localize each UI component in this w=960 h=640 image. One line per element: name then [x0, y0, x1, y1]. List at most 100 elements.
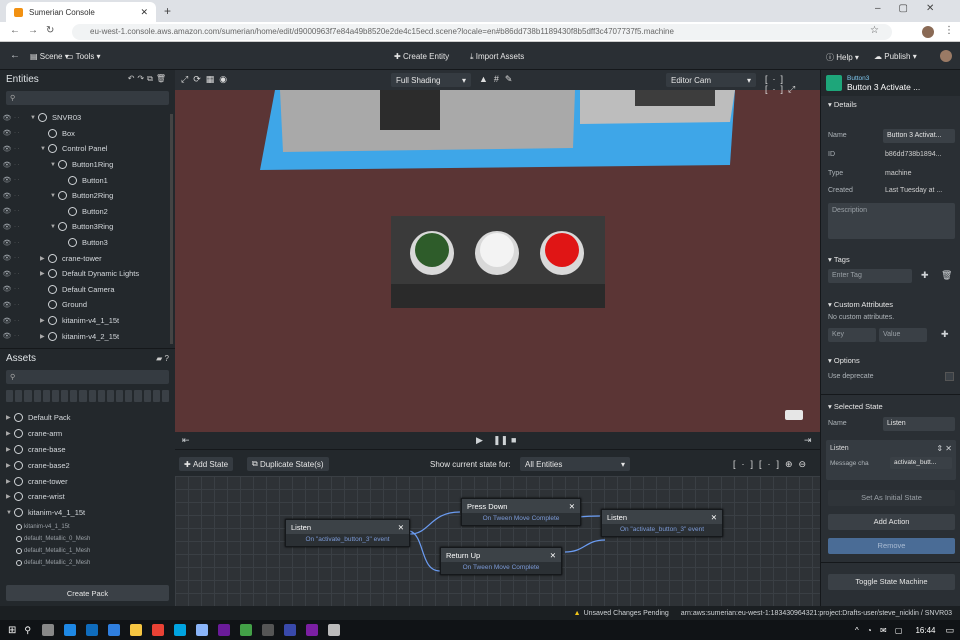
- close-icon[interactable]: ✕: [550, 551, 556, 560]
- remove-button[interactable]: Remove: [828, 538, 955, 554]
- custom-attributes-section[interactable]: ▾ Custom Attributes: [821, 296, 900, 312]
- viewport-tool-icons[interactable]: ⤢⟳▦◉: [181, 74, 232, 85]
- visibility-icon[interactable]: 👁: [0, 207, 14, 215]
- lock-dots[interactable]: · ·: [14, 240, 30, 246]
- tools-menu[interactable]: ▭ Tools ▾: [66, 52, 101, 61]
- new-tab-icon[interactable]: +: [164, 4, 171, 18]
- expand-toggle-icon[interactable]: ▶: [40, 255, 48, 262]
- visibility-icon[interactable]: 👁: [0, 301, 14, 309]
- visibility-icon[interactable]: 👁: [0, 192, 14, 200]
- close-icon[interactable]: ✕: [398, 523, 404, 532]
- collapse-left-icon[interactable]: ⇤: [182, 435, 190, 446]
- lock-dots[interactable]: · ·: [14, 255, 30, 261]
- show-state-select[interactable]: All Entities ▾: [520, 457, 630, 471]
- state-machine-canvas[interactable]: Listen ✕ On "activate_button_3" event Pre…: [175, 476, 820, 606]
- expand-toggle-icon[interactable]: ▶: [6, 430, 14, 437]
- close-icon[interactable]: ✕: [711, 513, 717, 522]
- entity-row[interactable]: 👁 · · ▶ kitanim-v4_2_15t: [0, 328, 175, 344]
- details-section[interactable]: ▾ Details: [821, 96, 960, 112]
- avatar-icon[interactable]: [940, 50, 952, 62]
- state-name-field[interactable]: Listen: [883, 417, 955, 431]
- expand-toggle-icon[interactable]: ▼: [6, 510, 14, 516]
- name-field[interactable]: Button 3 Activat...: [883, 129, 955, 143]
- visibility-icon[interactable]: 👁: [0, 129, 14, 137]
- expand-toggle-icon[interactable]: ▶: [6, 462, 14, 469]
- browser-tab[interactable]: Sumerian Console ✕: [6, 2, 156, 22]
- selected-state-section[interactable]: ▾ Selected State: [821, 398, 890, 414]
- entity-row[interactable]: 👁 · · Ground: [0, 297, 175, 313]
- filter-icon[interactable]: [88, 390, 96, 402]
- state-event[interactable]: On Tween Move Complete: [441, 562, 561, 574]
- visibility-icon[interactable]: 👁: [0, 223, 14, 231]
- visibility-icon[interactable]: 👁: [0, 317, 14, 325]
- assets-search[interactable]: ⚲: [6, 370, 169, 384]
- add-tag-icon[interactable]: ✚: [921, 270, 929, 281]
- expand-toggle-icon[interactable]: ▶: [40, 270, 48, 277]
- asset-row[interactable]: default_Metallic_2_Mesh: [0, 557, 175, 569]
- scene-viewport[interactable]: ⤢⟳▦◉ Full Shading ▾ ▲#✎ Editor Cam ▾ [·][·…: [175, 70, 820, 432]
- state-node-header[interactable]: Listen ✕: [286, 520, 409, 534]
- filter-icon[interactable]: [152, 390, 160, 402]
- entity-row[interactable]: 👁 · · ▶ kitanim-v4_1_15t: [0, 313, 175, 329]
- scene-menu[interactable]: ▤ Scene ▾: [30, 52, 69, 61]
- visibility-icon[interactable]: 👁: [0, 270, 14, 278]
- entity-row[interactable]: 👁 · · ▶ crane-tower: [0, 250, 175, 266]
- window-controls[interactable]: –▢✕: [875, 3, 952, 14]
- entity-row[interactable]: 👁 · · ▼ SNVR03: [0, 110, 175, 126]
- tag-input[interactable]: Enter Tag: [828, 269, 912, 283]
- search-icon[interactable]: ⚲: [24, 625, 31, 636]
- filter-icon[interactable]: [161, 390, 170, 402]
- expand-toggle-icon[interactable]: ▼: [40, 146, 48, 152]
- publish-menu[interactable]: ☁ Publish ▾: [874, 52, 917, 61]
- entities-actions[interactable]: ↶↷⧉🗑: [128, 74, 169, 84]
- filter-icon[interactable]: [125, 390, 133, 402]
- expand-toggle-icon[interactable]: ▼: [50, 224, 58, 230]
- assets-actions[interactable]: ▰ ?: [156, 354, 169, 363]
- filter-icon[interactable]: [6, 390, 14, 402]
- lock-dots[interactable]: · ·: [14, 271, 30, 277]
- entity-row[interactable]: 👁 · · Box: [0, 126, 175, 142]
- lock-dots[interactable]: · ·: [14, 193, 30, 199]
- expand-toggle-icon[interactable]: ▶: [40, 333, 48, 340]
- visibility-icon[interactable]: 👁: [0, 332, 14, 340]
- windows-start-icon[interactable]: ⊞: [8, 625, 16, 636]
- taskbar-app-icon[interactable]: [63, 624, 76, 636]
- expand-toggle-icon[interactable]: ▼: [50, 162, 58, 168]
- entity-row[interactable]: 👁 · · ▼ Button1Ring: [0, 157, 175, 173]
- viewport-grid-icons[interactable]: ▲#✎: [479, 74, 518, 85]
- entity-row[interactable]: 👁 · · Button2: [0, 204, 175, 220]
- add-attribute-icon[interactable]: ✚: [941, 329, 949, 340]
- taskbar-app-icon[interactable]: [283, 624, 296, 636]
- action-controls[interactable]: ⇕ ✕: [936, 444, 952, 453]
- asset-row[interactable]: ▶ crane-base: [0, 442, 175, 458]
- state-node[interactable]: Press Down ✕ On Tween Move Complete: [461, 498, 581, 526]
- lock-dots[interactable]: · ·: [14, 208, 30, 214]
- play-icon[interactable]: ▶: [476, 435, 483, 446]
- message-field[interactable]: activate_butt...: [890, 457, 952, 469]
- state-node[interactable]: Return Up ✕ On Tween Move Complete: [440, 547, 562, 575]
- star-icon[interactable]: ☆: [870, 25, 879, 36]
- reload-icon[interactable]: ↻: [46, 25, 54, 36]
- entity-row[interactable]: 👁 · · Default Camera: [0, 282, 175, 298]
- lock-dots[interactable]: · ·: [14, 177, 30, 183]
- create-entity-button[interactable]: ✚ Create Entity: [394, 52, 449, 61]
- filter-icon[interactable]: [97, 390, 105, 402]
- taskbar-app-icon[interactable]: [239, 624, 252, 636]
- visibility-icon[interactable]: 👁: [0, 285, 14, 293]
- lock-dots[interactable]: · ·: [14, 333, 30, 339]
- visibility-icon[interactable]: 👁: [0, 161, 14, 169]
- url-field[interactable]: eu-west-1.console.aws.amazon.com/sumeria…: [72, 24, 892, 40]
- entity-row[interactable]: 👁 · · ▶ Default Dynamic Lights: [0, 266, 175, 282]
- visibility-icon[interactable]: 👁: [0, 254, 14, 262]
- description-field[interactable]: Description: [828, 203, 955, 239]
- asset-row[interactable]: default_Metallic_0_Mesh: [0, 533, 175, 545]
- notifications-icon[interactable]: ▭: [945, 625, 954, 636]
- taskbar-app-icon[interactable]: [195, 624, 208, 636]
- taskbar-app-icon[interactable]: [41, 624, 54, 636]
- lock-dots[interactable]: · ·: [14, 115, 30, 121]
- lock-dots[interactable]: · ·: [14, 318, 30, 324]
- state-node[interactable]: Listen ✕ On "activate_button_3" event: [285, 519, 410, 547]
- entity-row[interactable]: 👁 · · Button3: [0, 235, 175, 251]
- back-arrow-icon[interactable]: ←: [10, 50, 20, 61]
- taskbar-app-icon[interactable]: [327, 624, 340, 636]
